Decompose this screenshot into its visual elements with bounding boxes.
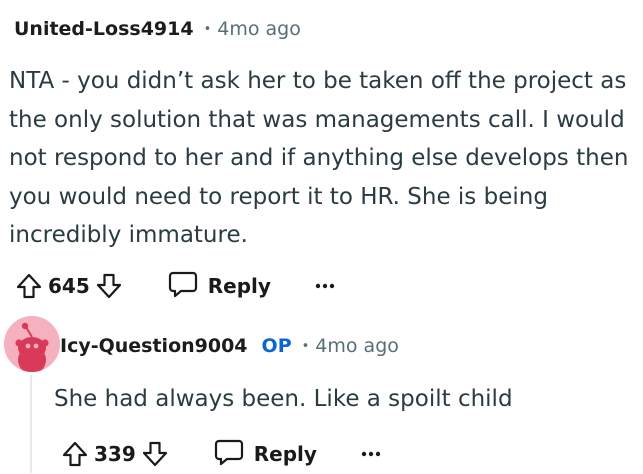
upvote-icon[interactable] (14, 271, 44, 301)
snoo-avatar-icon (4, 316, 60, 372)
reply-body: She had always been. Like a spoilt child (54, 386, 513, 412)
comment-body: NTA - you didn’t ask her to be taken off… (9, 68, 629, 248)
reply-label: Reply (207, 274, 271, 298)
comment-author[interactable]: United-Loss4914 (14, 18, 194, 40)
meta-separator: • (301, 338, 310, 354)
op-badge: OP (261, 335, 292, 357)
reply-action-row: 339 Reply (60, 434, 391, 474)
reply-label: Reply (253, 442, 317, 466)
reply-header: Icy-Question9004 OP • 4mo ago (60, 331, 399, 361)
more-options-icon[interactable] (305, 271, 345, 301)
reply-button[interactable]: Reply (214, 438, 317, 470)
comment-header: United-Loss4914 • 4mo ago (14, 14, 301, 44)
reply-timestamp[interactable]: 4mo ago (315, 335, 399, 357)
avatar[interactable] (4, 316, 60, 372)
upvote-icon[interactable] (60, 439, 90, 469)
comment-timestamp[interactable]: 4mo ago (217, 18, 301, 40)
downvote-icon[interactable] (94, 271, 124, 301)
vote-count: 339 (94, 442, 136, 466)
downvote-icon[interactable] (140, 439, 170, 469)
meta-separator: • (203, 21, 212, 37)
comment-bubble-icon (214, 438, 244, 470)
reply-author[interactable]: Icy-Question9004 (60, 335, 248, 357)
more-options-icon[interactable] (351, 439, 391, 469)
comment-bubble-icon (168, 270, 198, 302)
comment-action-row: 645 Reply (14, 266, 345, 306)
reply-button[interactable]: Reply (168, 270, 271, 302)
vote-count: 645 (48, 274, 90, 298)
thread-line[interactable] (30, 375, 32, 473)
